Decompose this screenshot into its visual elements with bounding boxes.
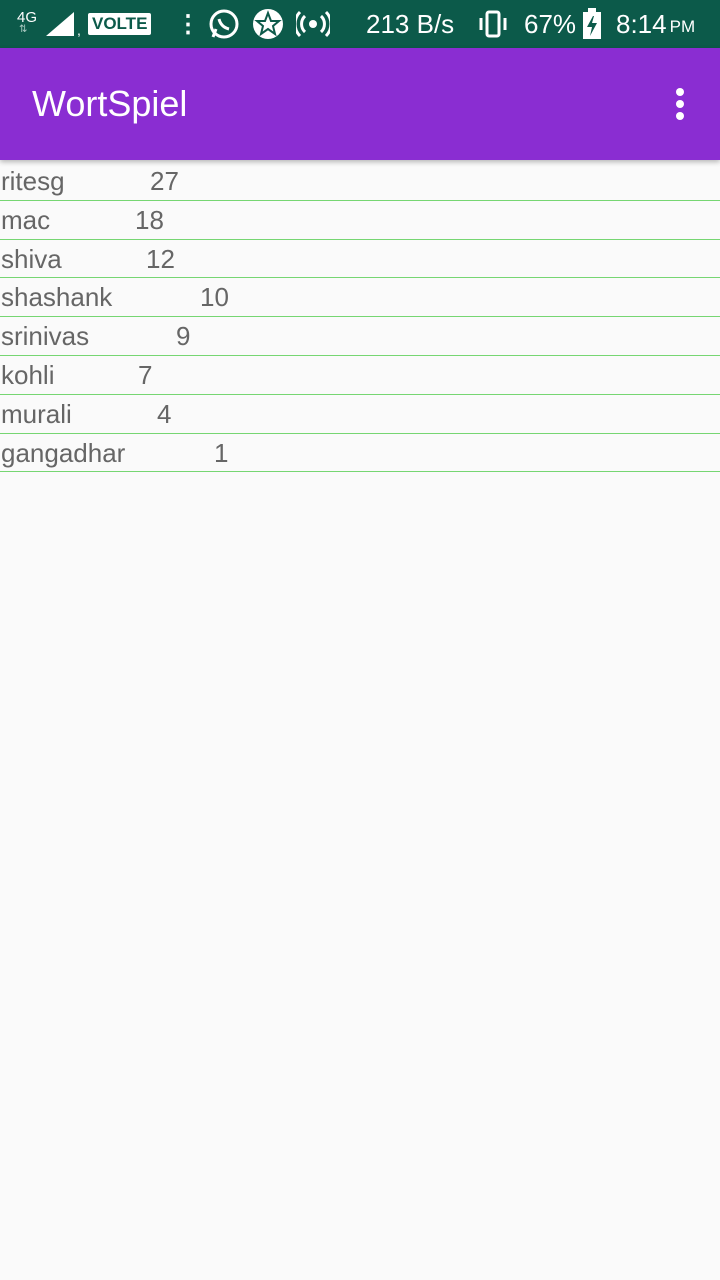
- player-score: 9: [176, 321, 191, 352]
- overflow-menu-icon[interactable]: [662, 86, 698, 122]
- list-item[interactable]: srinivas 9: [0, 317, 720, 356]
- player-name: kohli: [1, 359, 55, 390]
- volte-badge: VOLTE: [88, 0, 152, 48]
- player-name: srinivas: [1, 321, 90, 352]
- list-item[interactable]: shashank 10: [0, 278, 720, 318]
- player-score: 27: [150, 166, 179, 196]
- vibrate-icon: [479, 10, 507, 38]
- app-bar: WortSpiel: [0, 48, 720, 160]
- player-name: mac: [1, 204, 51, 235]
- data-arrows-icon: ⇅: [19, 24, 28, 35]
- player-score: 7: [138, 359, 153, 390]
- player-name: ritesg: [1, 166, 65, 196]
- whatsapp-icon: [209, 9, 239, 39]
- player-name: shiva: [1, 243, 62, 274]
- more-notifications-icon: ⋮: [176, 10, 200, 38]
- app-notification-icon: [253, 9, 283, 39]
- clock: 8:14 PM: [616, 8, 696, 39]
- battery-percent: 67%: [524, 8, 577, 39]
- battery-charging-icon: [583, 8, 601, 39]
- list-item[interactable]: kohli 7: [0, 356, 720, 395]
- player-name: shashank: [1, 282, 113, 313]
- player-name: murali: [1, 398, 72, 429]
- list-item[interactable]: ritesg 27: [0, 162, 720, 201]
- player-score: 10: [200, 282, 229, 313]
- player-score: 12: [146, 243, 175, 274]
- list-item[interactable]: murali 4: [0, 395, 720, 434]
- list-item[interactable]: mac 18: [0, 201, 720, 240]
- signal-sim-mark: ,: [77, 22, 81, 38]
- data-speed: 213 B/s: [366, 8, 455, 39]
- app-title: WortSpiel: [32, 83, 188, 124]
- player-score: 1: [214, 437, 229, 468]
- hotspot-icon: [296, 10, 330, 38]
- signal-icon: [46, 12, 74, 36]
- list-item[interactable]: shiva 12: [0, 240, 720, 279]
- player-score: 4: [157, 398, 172, 429]
- score-list: ritesg 27 mac 18 shiva 12 shashank 10 sr…: [0, 162, 720, 473]
- player-score: 18: [135, 204, 164, 235]
- status-bar: 4G ⇅ , VOLTE ⋮ 213 B/s 67% 8:14 PM: [0, 0, 720, 48]
- network-type: 4G ⇅: [17, 10, 37, 35]
- player-name: gangadhar: [1, 437, 126, 468]
- list-item[interactable]: gangadhar 1: [0, 434, 720, 473]
